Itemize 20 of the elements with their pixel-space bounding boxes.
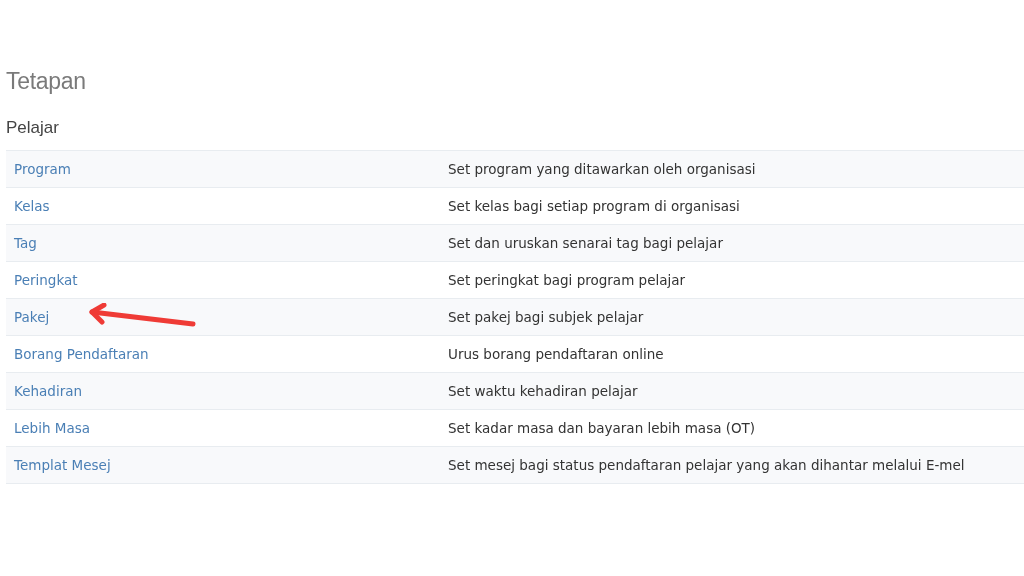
settings-link[interactable]: Tag	[14, 235, 37, 251]
description-text: Urus borang pendaftaran online	[448, 346, 664, 362]
settings-link[interactable]: Pakej	[14, 309, 50, 325]
description-text: Set mesej bagi status pendaftaran pelajar yang akan dihantar melalui E-mel	[448, 457, 965, 473]
description-text: Set dan uruskan senarai tag bagi pelajar	[448, 235, 723, 251]
settings-link[interactable]: Borang Pendaftaran	[14, 346, 149, 362]
page-title: Tetapan	[6, 68, 87, 96]
settings-link[interactable]: Program	[14, 161, 71, 177]
description-text: Set program yang ditawarkan oleh organisasi	[448, 161, 756, 177]
settings-link[interactable]: Lebih Masa	[14, 420, 90, 436]
description-text: Set kadar masa dan bayaran lebih masa (OT)	[448, 420, 756, 436]
description-text: Set pakej bagi subjek pelajar	[448, 309, 644, 325]
settings-link[interactable]: Kelas	[14, 198, 50, 214]
description-text: Set peringkat bagi program pelajar	[448, 272, 686, 288]
description-text: Set waktu kehadiran pelajar	[448, 383, 638, 399]
settings-link[interactable]: Kehadiran	[14, 383, 82, 399]
settings-link[interactable]: Peringkat	[14, 272, 78, 288]
settings-link[interactable]: Templat Mesej	[14, 457, 111, 473]
section-title: Pelajar	[6, 118, 60, 139]
description-text: Set kelas bagi setiap program di organisasi	[448, 198, 740, 214]
